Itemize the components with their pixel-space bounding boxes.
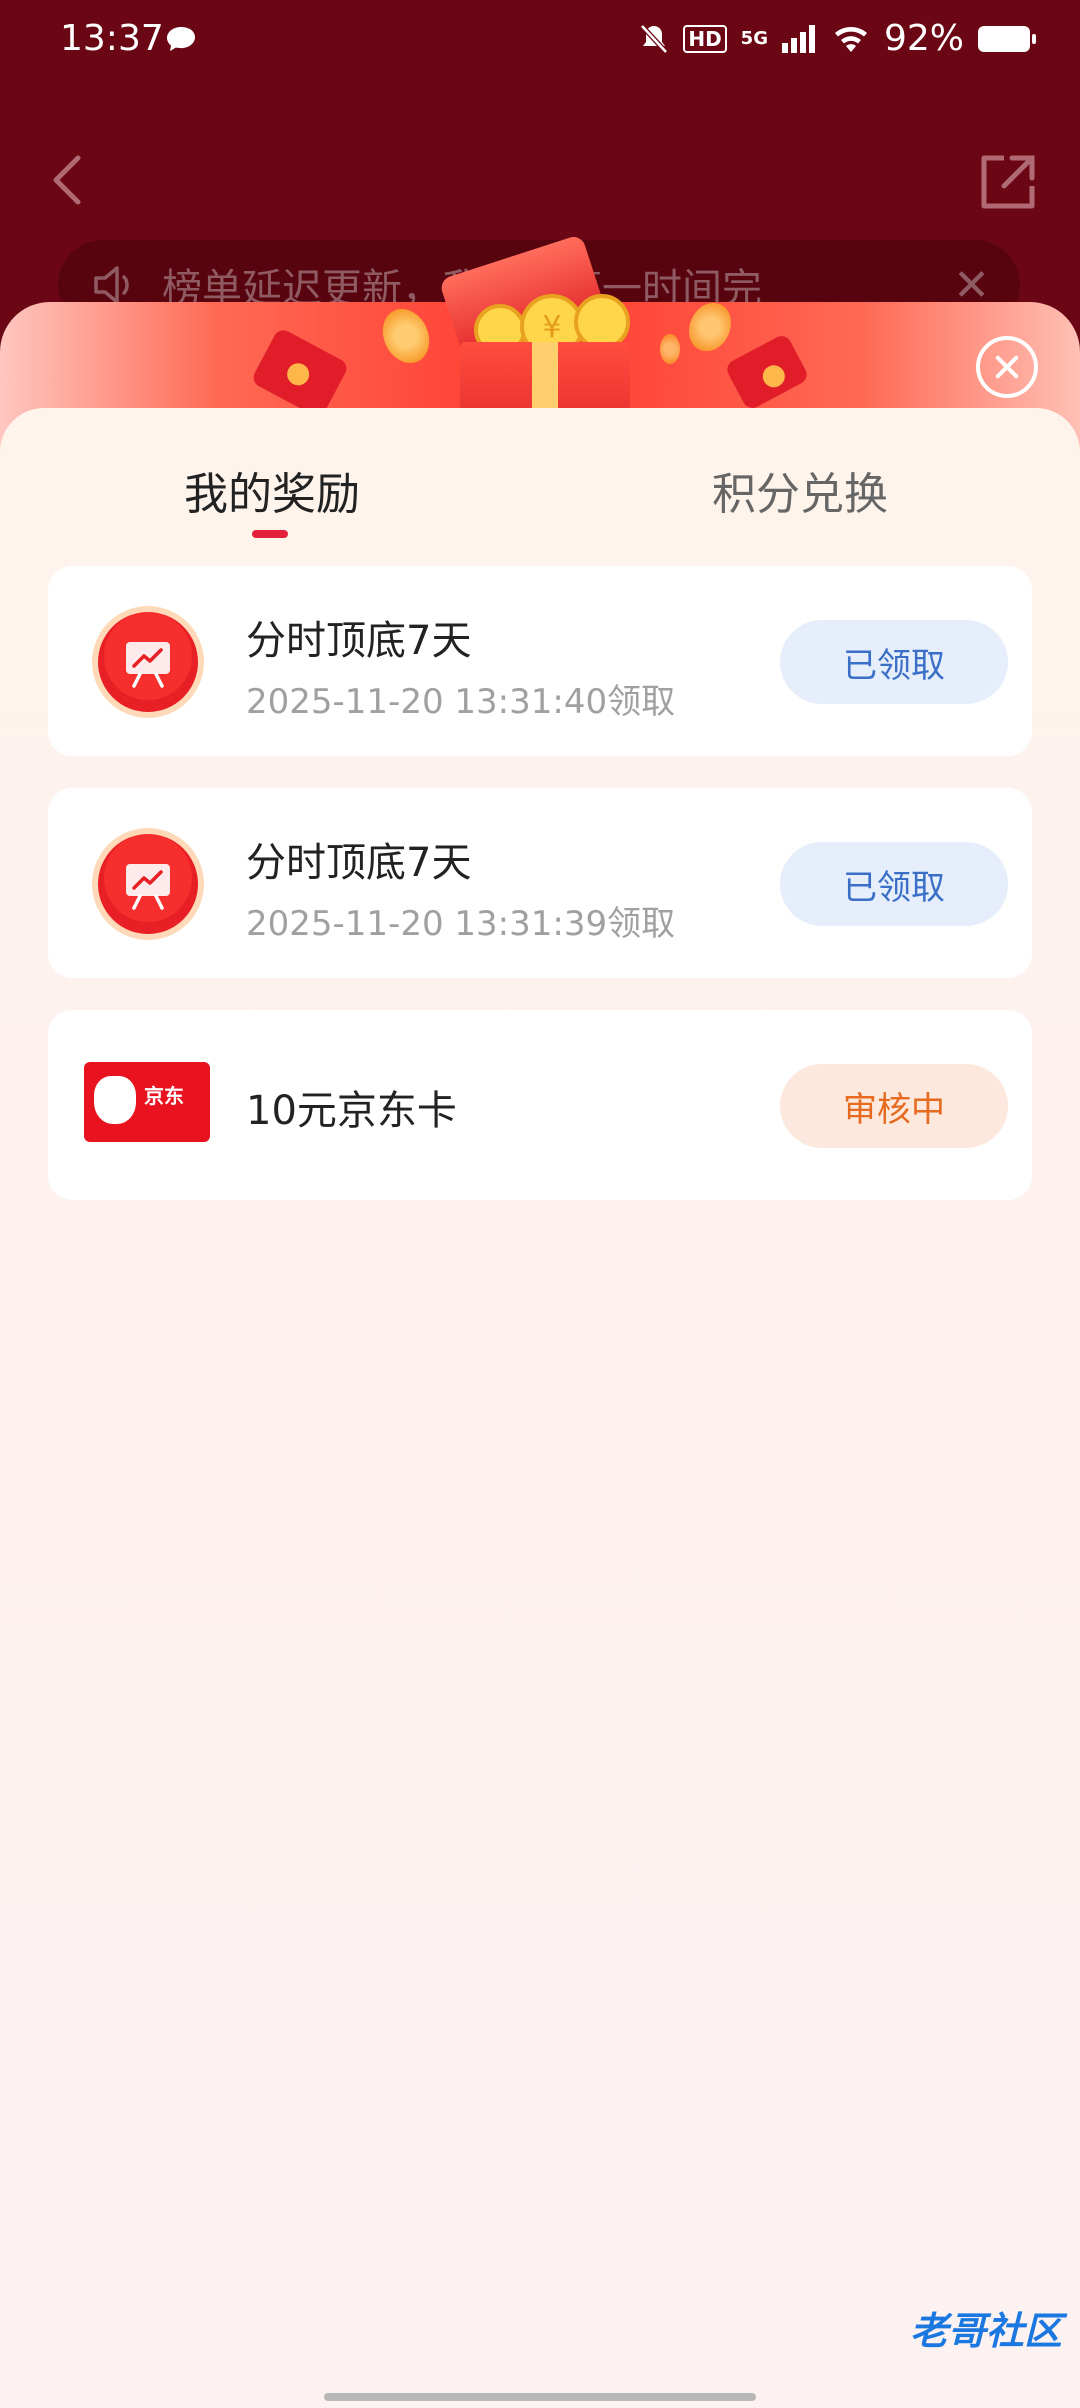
coin-decoration bbox=[374, 302, 438, 371]
rewards-sheet: 我的奖励 积分兑换 分时顶底7天 2025-11-20 13:31:40领取 已… bbox=[0, 408, 1080, 2408]
watermark-logo: 老哥社区 bbox=[909, 2309, 1062, 2353]
status-bar: 13:37 HD 5G 92% bbox=[0, 0, 1080, 80]
chart-presentation-icon bbox=[92, 606, 204, 718]
home-indicator[interactable] bbox=[324, 2393, 756, 2401]
status-time: 13:37 bbox=[60, 18, 164, 59]
status-indicators: HD 5G 92% bbox=[639, 18, 1036, 59]
jd-card-icon: 京东 bbox=[84, 1062, 210, 1142]
chart-presentation-icon bbox=[92, 828, 204, 940]
tab-points-exchange[interactable]: 积分兑换 bbox=[712, 458, 888, 522]
reward-title: 分时顶底7天 bbox=[246, 840, 472, 886]
reward-card: 分时顶底7天 2025-11-20 13:31:40领取 已领取 bbox=[48, 566, 1032, 756]
svg-text:¥: ¥ bbox=[542, 310, 561, 345]
reward-title: 10元京东卡 bbox=[246, 1088, 457, 1134]
red-envelope-decoration bbox=[723, 332, 811, 412]
message-icon bbox=[167, 27, 195, 51]
signal-icon bbox=[781, 24, 815, 53]
battery-percent: 92% bbox=[883, 18, 964, 59]
reward-card: 分时顶底7天 2025-11-20 13:31:39领取 已领取 bbox=[48, 788, 1032, 978]
jd-brand-label: 京东 bbox=[144, 1084, 184, 1108]
network-label: 5G bbox=[740, 27, 768, 49]
hd-icon: HD bbox=[683, 24, 727, 53]
red-envelope-decoration bbox=[250, 326, 350, 420]
reward-status-button[interactable]: 已领取 bbox=[780, 620, 1008, 704]
back-icon[interactable] bbox=[40, 150, 100, 210]
reward-title: 分时顶底7天 bbox=[246, 618, 472, 664]
reward-status-button[interactable]: 审核中 bbox=[780, 1064, 1008, 1148]
mute-icon bbox=[640, 23, 669, 54]
battery-icon bbox=[978, 25, 1036, 52]
app-topbar bbox=[0, 130, 1080, 230]
coin-decoration bbox=[681, 302, 739, 359]
reward-claim-time: 2025-11-20 13:31:39领取 bbox=[246, 904, 676, 944]
tab-my-rewards[interactable]: 我的奖励 bbox=[184, 458, 360, 522]
active-tab-indicator bbox=[252, 530, 288, 538]
jd-dog-logo bbox=[94, 1076, 136, 1124]
reward-claim-time: 2025-11-20 13:31:40领取 bbox=[246, 682, 676, 722]
share-icon[interactable] bbox=[974, 150, 1040, 216]
reward-card: 京东 10元京东卡 审核中 bbox=[48, 1010, 1032, 1200]
coin-decoration bbox=[660, 334, 680, 364]
speaker-icon bbox=[94, 266, 129, 304]
reward-status-button[interactable]: 已领取 bbox=[780, 842, 1008, 926]
close-sheet-button[interactable] bbox=[976, 336, 1038, 398]
wifi-icon bbox=[834, 26, 867, 52]
